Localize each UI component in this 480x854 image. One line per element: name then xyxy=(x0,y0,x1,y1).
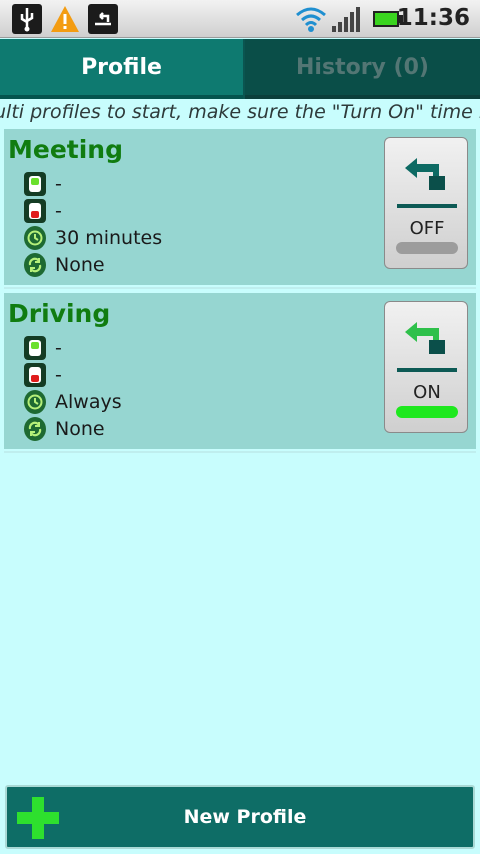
wifi-icon xyxy=(294,4,326,34)
start-time-value: - xyxy=(55,337,62,359)
repeat-value: None xyxy=(55,418,105,440)
repeat-row: None xyxy=(24,417,105,441)
tab-profile[interactable]: Profile xyxy=(0,39,243,99)
profile-card-driving[interactable]: Driving - - Always None ON xyxy=(4,293,476,449)
profile-card-meeting[interactable]: Meeting - - 30 minutes None OFF xyxy=(4,129,476,285)
end-time-row: - xyxy=(24,363,62,387)
tab-history[interactable]: History (0) xyxy=(245,39,480,99)
usb-icon xyxy=(12,4,42,34)
repeat-icon xyxy=(24,417,46,441)
notification-icon xyxy=(88,4,118,34)
duration-value: Always xyxy=(55,391,122,413)
profile-name: Meeting xyxy=(8,135,124,164)
start-light-icon xyxy=(24,172,46,196)
toggle-divider xyxy=(397,204,457,208)
signal-icon xyxy=(330,4,360,34)
profile-name: Driving xyxy=(8,299,111,328)
end-time-value: - xyxy=(55,200,62,222)
toggle-state-label: OFF xyxy=(409,218,445,239)
profile-toggle-button[interactable]: OFF xyxy=(384,137,468,269)
toggle-indicator-on xyxy=(396,406,458,418)
start-time-row: - xyxy=(24,336,62,360)
switch-arrow-icon xyxy=(405,322,445,354)
toggle-state-label: ON xyxy=(413,382,441,403)
repeat-value: None xyxy=(55,254,105,276)
duration-row: Always xyxy=(24,390,122,414)
ticker-text: ulti profiles to start, make sure the "T… xyxy=(0,101,480,123)
toggle-divider xyxy=(397,368,457,372)
switch-arrow-icon xyxy=(405,158,445,190)
toggle-indicator-off xyxy=(396,242,458,254)
status-bar: 11:36 xyxy=(0,0,480,38)
end-time-row: - xyxy=(24,199,62,223)
repeat-row: None xyxy=(24,253,105,277)
start-light-icon xyxy=(24,336,46,360)
warning-icon xyxy=(50,4,80,34)
repeat-icon xyxy=(24,253,46,277)
timer-icon xyxy=(24,390,46,414)
new-profile-label: New Profile xyxy=(183,806,307,828)
end-light-icon xyxy=(24,363,46,387)
duration-row: 30 minutes xyxy=(24,226,162,250)
status-time: 11:36 xyxy=(396,5,470,31)
start-time-row: - xyxy=(24,172,62,196)
end-light-icon xyxy=(24,199,46,223)
start-time-value: - xyxy=(55,173,62,195)
new-profile-button[interactable]: New Profile xyxy=(5,785,475,849)
end-time-value: - xyxy=(55,364,62,386)
plus-icon xyxy=(17,797,59,839)
info-ticker: ulti profiles to start, make sure the "T… xyxy=(0,99,480,126)
timer-icon xyxy=(24,226,46,250)
tab-bar: Profile History (0) xyxy=(0,39,480,99)
profile-toggle-button[interactable]: ON xyxy=(384,301,468,433)
card-divider xyxy=(4,287,476,289)
duration-value: 30 minutes xyxy=(55,227,163,249)
card-divider xyxy=(4,451,476,453)
